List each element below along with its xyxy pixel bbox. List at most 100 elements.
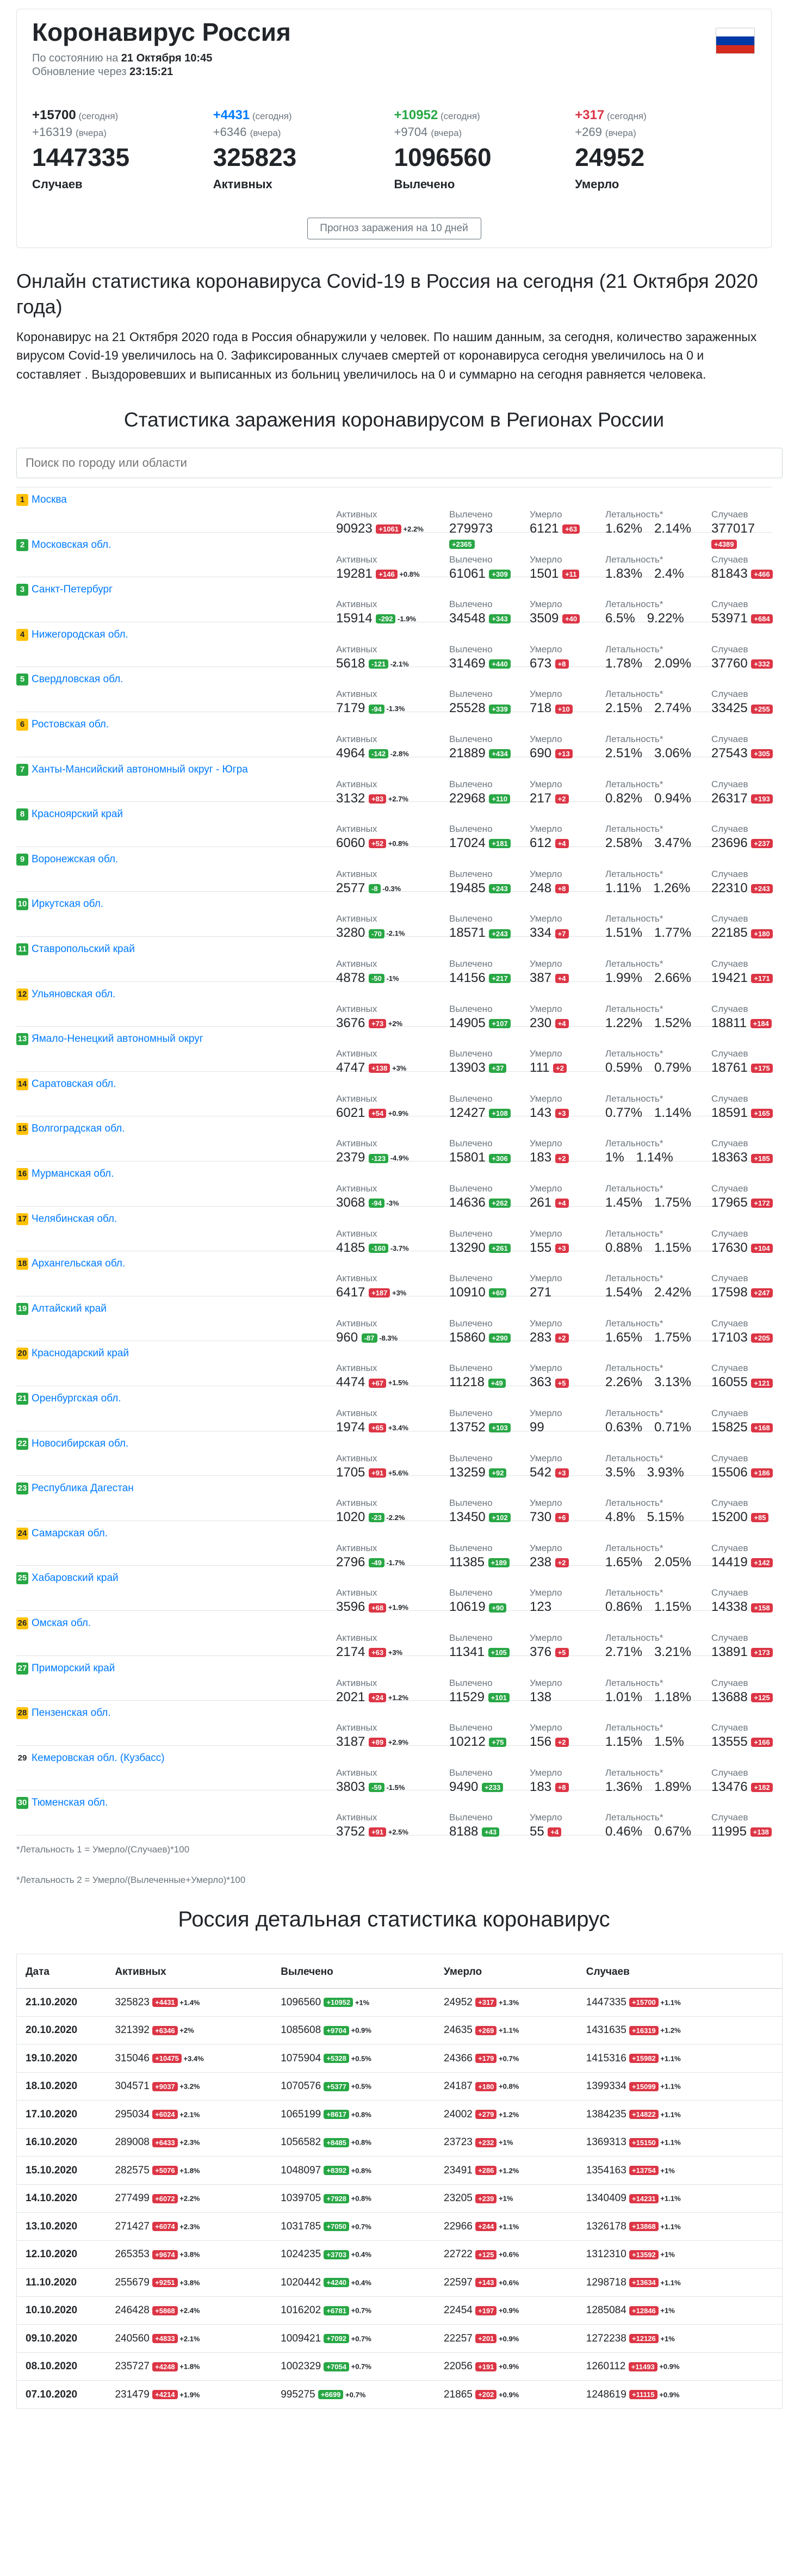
region-name-link[interactable]: Волгоградская обл. — [32, 1123, 125, 1135]
region-rank: 30 — [16, 1797, 28, 1809]
region-name-link[interactable]: Челябинская обл. — [32, 1213, 117, 1225]
region-name-link[interactable]: Самарская обл. — [32, 1528, 108, 1540]
died-value: 24187 — [444, 2080, 476, 2092]
recovered-value: 1096560 — [281, 1996, 324, 2008]
row-died: 23491 +286 +1.2% — [435, 2156, 578, 2185]
region-name-link[interactable]: Хабаровский край — [32, 1572, 119, 1584]
col-label-active: Активных — [336, 1093, 377, 1104]
table-row: 08.10.2020 235727 +4248 +1.8% 1002329 +705… — [16, 2352, 783, 2381]
region-name-link[interactable]: Красноярский край — [32, 808, 123, 820]
region-name-link[interactable]: Ханты-Мансийский автономный округ - Югра — [32, 764, 248, 776]
active-value: 246428 — [115, 2305, 153, 2316]
row-cases: 1312310 +13592 +1% — [577, 2240, 783, 2269]
col-label-leth: Летальность* — [605, 644, 663, 654]
region-name-link[interactable]: Ростовская обл. — [32, 719, 109, 731]
col-label-active: Активных — [336, 554, 377, 565]
region-cases: 11995 +138 — [711, 1824, 772, 1839]
region-name-link[interactable]: Пензенская обл. — [32, 1707, 111, 1719]
region-name-link[interactable]: Свердловская обл. — [32, 674, 123, 685]
region-row: 1 Москва Активных Вылечено Умерло Летальность… — [16, 487, 772, 549]
col-label-active: Активных — [336, 1587, 377, 1598]
region-row: 18 Архангельская обл. Активных Вылечено Умер… — [16, 1251, 773, 1300]
region-row: 13 Ямало-Ненецкий автономный округ Активны… — [16, 1027, 773, 1075]
region-name-link[interactable]: Нижегородская обл. — [32, 629, 128, 641]
died-value: 22257 — [444, 2332, 476, 2344]
died-value: 23491 — [444, 2164, 476, 2176]
died-percent: +0.8% — [497, 2082, 519, 2091]
region-name-link[interactable]: Ставропольский край — [32, 943, 135, 955]
col-label-active: Активных — [336, 913, 377, 924]
col-label-died: Умерло — [530, 1677, 562, 1688]
active-delta-badge: +6024 — [152, 2110, 178, 2120]
recovered-delta-badge: +3703 — [324, 2250, 349, 2259]
region-name-link[interactable]: Оренбургская обл. — [32, 1393, 121, 1405]
region-name-link[interactable]: Московская обл. — [32, 539, 111, 551]
col-label-died: Умерло — [530, 824, 562, 835]
col-label-active: Активных — [336, 689, 377, 700]
col-label-died: Умерло — [530, 1228, 562, 1239]
region-name-link[interactable]: Саратовская обл. — [32, 1078, 116, 1090]
region-row: 3 Санкт-Петербург Активных Вылечено Умерло Ле… — [16, 577, 773, 626]
col-label-active: Активных — [336, 1677, 377, 1688]
region-name-link[interactable]: Санкт-Петербург — [32, 584, 113, 596]
col-label-leth: Летальность* — [605, 1183, 663, 1194]
cases-value: 1272238 — [586, 2332, 630, 2344]
region-name-link[interactable]: Иркутская обл. — [32, 898, 103, 910]
recovered-delta-badge: +7092 — [324, 2334, 349, 2344]
region-row: 9 Воронежская обл. Активных Вылечено Умерло Л… — [16, 847, 773, 895]
table-row: 07.10.2020 231479 +4214 +1.9% 995275 +6699… — [16, 2380, 783, 2409]
col-label-leth: Летальность* — [605, 1273, 663, 1284]
col-label-rec: Вылечено — [449, 1003, 493, 1014]
region-name-link[interactable]: Республика Дагестан — [32, 1482, 134, 1494]
row-recovered: 1070576 +5377 +0.5% — [272, 2072, 435, 2101]
region-name-link[interactable]: Архангельская обл. — [32, 1258, 125, 1270]
region-name-link[interactable]: Тюменская обл. — [32, 1797, 108, 1809]
region-name-link[interactable]: Ульяновская обл. — [32, 989, 115, 1000]
region-name-link[interactable]: Воронежская обл. — [32, 854, 118, 866]
cases-percent: +1.1% — [658, 2138, 681, 2147]
region-name-link[interactable]: Краснодарский край — [32, 1348, 129, 1360]
region-rank: 28 — [16, 1707, 28, 1720]
row-active: 295034 +6024 +2.1% — [106, 2100, 272, 2129]
forecast-button[interactable]: Прогноз заражения на 10 дней — [307, 217, 481, 239]
active-delta-badge: +6074 — [152, 2222, 178, 2232]
recovered-value: 1070576 — [281, 2080, 324, 2092]
recovered-value: 1039705 — [281, 2192, 324, 2204]
region-row: 8 Красноярский край Активных Вылечено Умерло… — [16, 802, 773, 850]
col-label-rec: Вылечено — [449, 1273, 493, 1284]
recovered-percent: +0.7% — [349, 2306, 371, 2315]
region-name-link[interactable]: Ямало-Ненецкий автономный округ — [32, 1033, 203, 1045]
region-active: 3752 +91 +2.5% — [336, 1824, 408, 1839]
col-label-active: Активных — [336, 959, 377, 969]
region-name-link[interactable]: Кемеровская обл. (Кузбасс) — [32, 1752, 165, 1764]
stat-yesterday-label: (вчера) — [605, 127, 636, 138]
died-value: 24366 — [444, 2052, 476, 2064]
row-date: 13.10.2020 — [16, 2212, 107, 2241]
row-cases: 1369313 +15150 +1.1% — [577, 2128, 783, 2157]
row-date: 10.10.2020 — [16, 2296, 107, 2325]
search-input[interactable] — [16, 448, 783, 479]
col-label-active: Активных — [336, 509, 377, 520]
region-name-link[interactable]: Омская обл. — [32, 1617, 91, 1629]
col-label-cases: Случаев — [711, 1228, 748, 1239]
region-name-link[interactable]: Алтайский край — [32, 1303, 107, 1315]
col-label-cases: Случаев — [711, 1722, 748, 1733]
cases-percent: +0.9% — [657, 2362, 680, 2371]
region-rank: 20 — [16, 1348, 28, 1360]
died-delta-badge: +197 — [475, 2306, 497, 2315]
active-percent: +1.9% — [177, 2390, 200, 2399]
col-label-cases: Случаев — [711, 1767, 748, 1778]
col-label-active: Активных — [336, 1453, 377, 1463]
col-label-cases: Случаев — [711, 868, 748, 879]
row-died: 24187 +180 +0.8% — [435, 2072, 578, 2101]
active-percent: +1.8% — [177, 2362, 200, 2371]
region-name-link[interactable]: Новосибирская обл. — [32, 1438, 128, 1450]
stat-today-value: +317 — [575, 107, 605, 122]
region-name-link[interactable]: Москва — [32, 494, 67, 506]
region-row: 5 Свердловская обл. Активных Вылечено Умерло… — [16, 667, 773, 715]
col-label-leth: Летальность* — [605, 509, 663, 520]
col-label-active: Активных — [336, 1812, 377, 1823]
region-name-link[interactable]: Приморский край — [32, 1663, 115, 1675]
region-rank: 12 — [16, 988, 28, 1000]
region-name-link[interactable]: Мурманская обл. — [32, 1168, 114, 1180]
